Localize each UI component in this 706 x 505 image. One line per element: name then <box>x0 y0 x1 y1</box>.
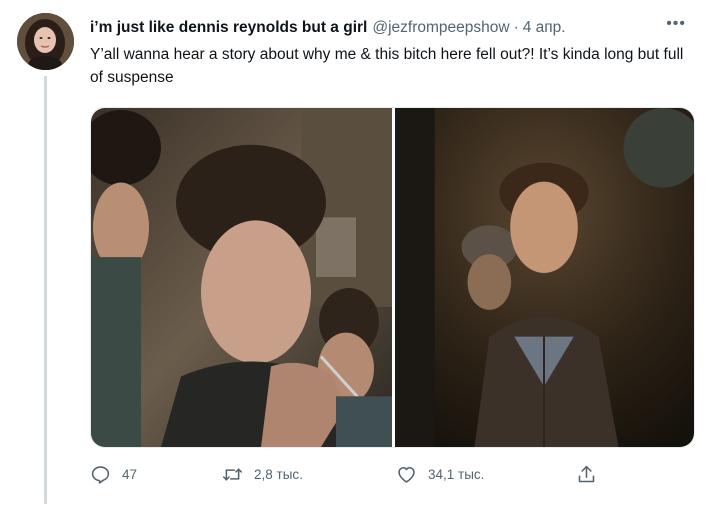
tweet-header: i’m just like dennis reynolds but a girl… <box>90 15 686 39</box>
thread-line <box>44 76 47 504</box>
share-button[interactable] <box>576 464 597 485</box>
photo-left[interactable] <box>91 108 392 447</box>
tweet-media <box>90 107 695 448</box>
heart-icon <box>396 464 417 485</box>
reply-button[interactable]: 47 <box>90 464 137 485</box>
separator-dot: · <box>513 19 519 36</box>
retweet-count: 2,8 тыс. <box>254 467 303 482</box>
photo-right[interactable] <box>395 108 694 447</box>
avatar[interactable] <box>17 13 74 70</box>
tweet-date[interactable]: 4 апр. <box>523 19 566 37</box>
reply-icon <box>90 464 111 485</box>
retweet-button[interactable]: 2,8 тыс. <box>222 464 303 485</box>
more-horizontal-icon[interactable]: ••• <box>666 15 686 33</box>
reply-count: 47 <box>122 467 138 482</box>
user-handle[interactable]: @jezfrompeepshow <box>372 19 509 37</box>
retweet-icon <box>222 464 243 485</box>
like-count: 34,1 тыс. <box>428 467 485 482</box>
tweet-actions: 47 2,8 тыс. 34,1 тыс. <box>90 464 610 490</box>
share-icon <box>576 464 597 485</box>
display-name[interactable]: i’m just like dennis reynolds but a girl <box>90 19 367 37</box>
tweet-text: Y’all wanna hear a story about why me & … <box>90 46 684 86</box>
like-button[interactable]: 34,1 тыс. <box>396 464 484 485</box>
